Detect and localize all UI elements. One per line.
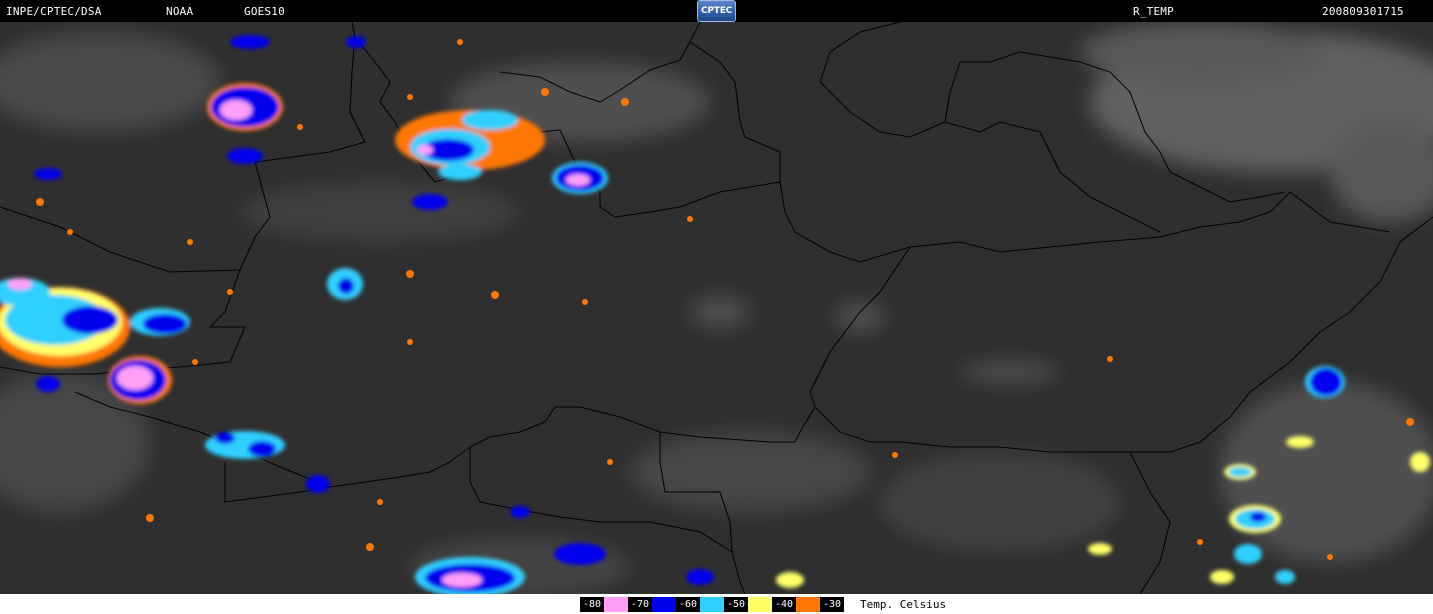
datetime-label: 200809301715 bbox=[1322, 5, 1404, 18]
legend-unit: Temp. Celsius bbox=[860, 598, 947, 611]
legend-label: -80 bbox=[580, 597, 604, 612]
legend-swatch bbox=[748, 597, 772, 612]
temperature-legend: -80 -70 -60 -50 -40 -30 Temp. Celsius bbox=[0, 594, 1433, 614]
legend-label: -40 bbox=[772, 597, 796, 612]
legend-swatch bbox=[796, 597, 820, 612]
cptec-logo: CPTEC bbox=[697, 0, 736, 22]
satellite-image bbox=[0, 22, 1433, 594]
legend-swatch bbox=[604, 597, 628, 612]
header-bar: INPE/CPTEC/DSA NOAA GOES10 CPTEC R_TEMP … bbox=[0, 0, 1433, 22]
legend-swatch bbox=[652, 597, 676, 612]
legend-swatch bbox=[700, 597, 724, 612]
product-label: R_TEMP bbox=[1133, 5, 1174, 18]
logo-text: CPTEC bbox=[700, 6, 733, 16]
source-label: INPE/CPTEC/DSA bbox=[6, 5, 102, 18]
satellite-map-svg bbox=[0, 22, 1433, 594]
legend-label: -30 bbox=[820, 597, 844, 612]
legend-label: -50 bbox=[724, 597, 748, 612]
agency-label: NOAA bbox=[166, 5, 194, 18]
legend-label: -70 bbox=[628, 597, 652, 612]
satellite-label: GOES10 bbox=[244, 5, 285, 18]
legend-label: -60 bbox=[676, 597, 700, 612]
